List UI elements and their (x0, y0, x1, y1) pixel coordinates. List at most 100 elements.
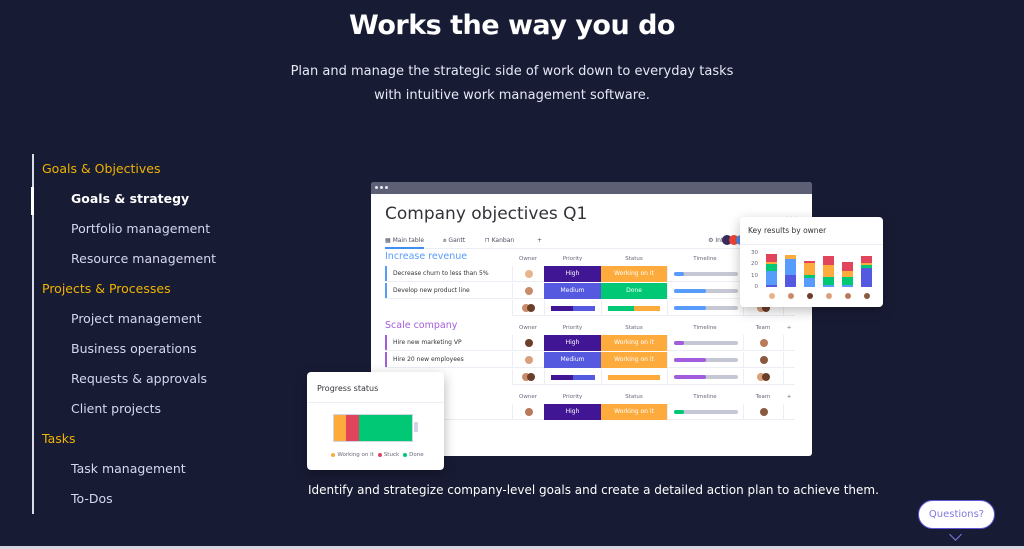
bar-segment (823, 284, 834, 287)
tab-gantt[interactable]: ⩧ Gantt (443, 237, 465, 245)
sidebar-item[interactable]: Client projects (34, 394, 262, 424)
chevron-down-icon[interactable] (949, 528, 962, 541)
status-pill[interactable]: Done (601, 283, 667, 299)
priority-pill[interactable]: High (544, 335, 601, 351)
sidebar-item[interactable]: To-Dos (34, 484, 262, 514)
progress-segment (345, 415, 359, 441)
group-title[interactable]: Scale company (385, 320, 457, 331)
avatar (525, 270, 533, 278)
column-header-timeline: Timeline (693, 394, 717, 400)
column-header-add[interactable]: + (783, 325, 795, 331)
bar-segment (861, 265, 872, 268)
hero-subtitle-line1: Plan and manage the strategic side of wo… (290, 64, 734, 79)
progress-status-title: Progress status (317, 384, 379, 393)
active-indicator (31, 187, 34, 215)
y-tick-label: 30 (751, 250, 758, 256)
battery-cap (414, 422, 418, 432)
column-header-owner: Owner (519, 256, 537, 262)
table-row[interactable]: Hire 20 new employees Medium Working on it (385, 352, 797, 368)
bar-segment (766, 264, 777, 272)
status-pill[interactable]: Working on it (601, 404, 667, 420)
y-tick-label: 20 (751, 261, 758, 268)
row-name[interactable]: Develop new product line (385, 283, 512, 299)
column-header-priority: Priority (562, 256, 583, 262)
add-column-cell (783, 369, 795, 385)
sidebar-item[interactable]: Portfolio management (34, 214, 262, 244)
tab-kanban[interactable]: ⊓ Kanban (485, 237, 514, 244)
priority-pill[interactable]: Medium (544, 283, 601, 299)
timeline-cell[interactable] (667, 404, 743, 420)
column-header-timeline: Timeline (693, 256, 717, 262)
add-column-cell (783, 352, 795, 368)
timeline-fill (674, 272, 684, 276)
owner-cell[interactable] (512, 283, 544, 299)
questions-button[interactable]: Questions? (918, 500, 995, 529)
table-row[interactable]: Decrease churn to less than 5% High Workin… (385, 266, 797, 282)
column-header-status: Status (625, 256, 643, 262)
column-header-add[interactable]: + (783, 394, 795, 400)
tab-main-table[interactable]: ▦ Main table (385, 237, 425, 249)
summary-row (385, 300, 797, 316)
owner-summary (512, 300, 544, 316)
team-cell[interactable] (743, 352, 783, 368)
bar-segment (842, 284, 853, 287)
table-row[interactable]: Hire new marketing VP High Working on it (385, 335, 797, 351)
column-header-priority: Priority (562, 394, 583, 400)
row-name[interactable]: Decrease churn to less than 5% (385, 266, 512, 282)
timeline-cell[interactable] (667, 266, 743, 282)
owner-avatar (787, 293, 794, 299)
window-dot (385, 186, 388, 189)
priority-summary (544, 369, 601, 385)
timeline-cell[interactable] (667, 352, 743, 368)
legend-dot (377, 452, 382, 457)
row-name[interactable]: Hire new marketing VP (385, 335, 512, 351)
priority-pill[interactable]: High (544, 266, 601, 282)
row-name[interactable]: Hire 20 new employees (385, 352, 512, 368)
status-pill[interactable]: Working on it (601, 352, 667, 368)
timeline-cell[interactable] (667, 335, 743, 351)
sidebar-item[interactable]: Goals & strategy (34, 184, 262, 214)
owner-cell[interactable] (512, 266, 544, 282)
table-row[interactable]: d 24/7 supportHighWorking on it (385, 404, 797, 420)
sidebar-item[interactable]: Requests & approvals (34, 364, 262, 394)
timeline-summary (667, 300, 743, 316)
timeline-cell[interactable] (667, 283, 743, 299)
group-title[interactable]: Increase revenue (385, 251, 467, 262)
avatar (525, 356, 533, 364)
owner-cell[interactable] (512, 404, 544, 420)
legend-label: Stuck (383, 452, 400, 458)
timeline-track (674, 375, 738, 379)
sidebar-item[interactable]: Task management (34, 454, 262, 484)
priority-summary-medium (573, 306, 595, 311)
group-color-bar (385, 352, 387, 367)
status-pill[interactable]: Working on it (601, 335, 667, 351)
sidebar-item[interactable]: Project management (34, 304, 262, 334)
avatar (525, 287, 533, 295)
team-cell[interactable] (743, 404, 783, 420)
sidebar-item[interactable]: Resource management (34, 244, 262, 274)
table-row[interactable]: Develop new product line Medium Done (385, 283, 797, 299)
row-name-text: Decrease churn to less than 5% (393, 270, 489, 277)
timeline-fill (674, 358, 706, 362)
owner-cell[interactable] (512, 335, 544, 351)
column-header-timeline: Timeline (693, 325, 717, 331)
status-summary (601, 300, 667, 316)
bar-segment (766, 254, 777, 263)
team-cell[interactable] (743, 335, 783, 351)
progress-segment (358, 415, 412, 441)
timeline-summary (667, 369, 743, 385)
y-tick-label: 10 (751, 272, 758, 279)
owner-cell[interactable] (512, 352, 544, 368)
add-view-button[interactable]: + (537, 237, 542, 244)
status-pill[interactable]: Working on it (601, 266, 667, 282)
legend-dot (331, 452, 336, 457)
use-case-sidebar: Goals & Objectives Goals & strategy Portfo… (31, 154, 262, 514)
priority-pill[interactable]: High (544, 404, 601, 420)
progress-battery (333, 414, 413, 442)
section-caption: Identify and strategize company-level go… (308, 483, 879, 497)
priority-pill[interactable]: Medium (544, 352, 601, 368)
hero-title: Works the way you do (349, 10, 675, 41)
sidebar-item[interactable]: Business operations (34, 334, 262, 364)
column-header-team: Team (755, 325, 771, 331)
owner-avatar (806, 293, 813, 299)
